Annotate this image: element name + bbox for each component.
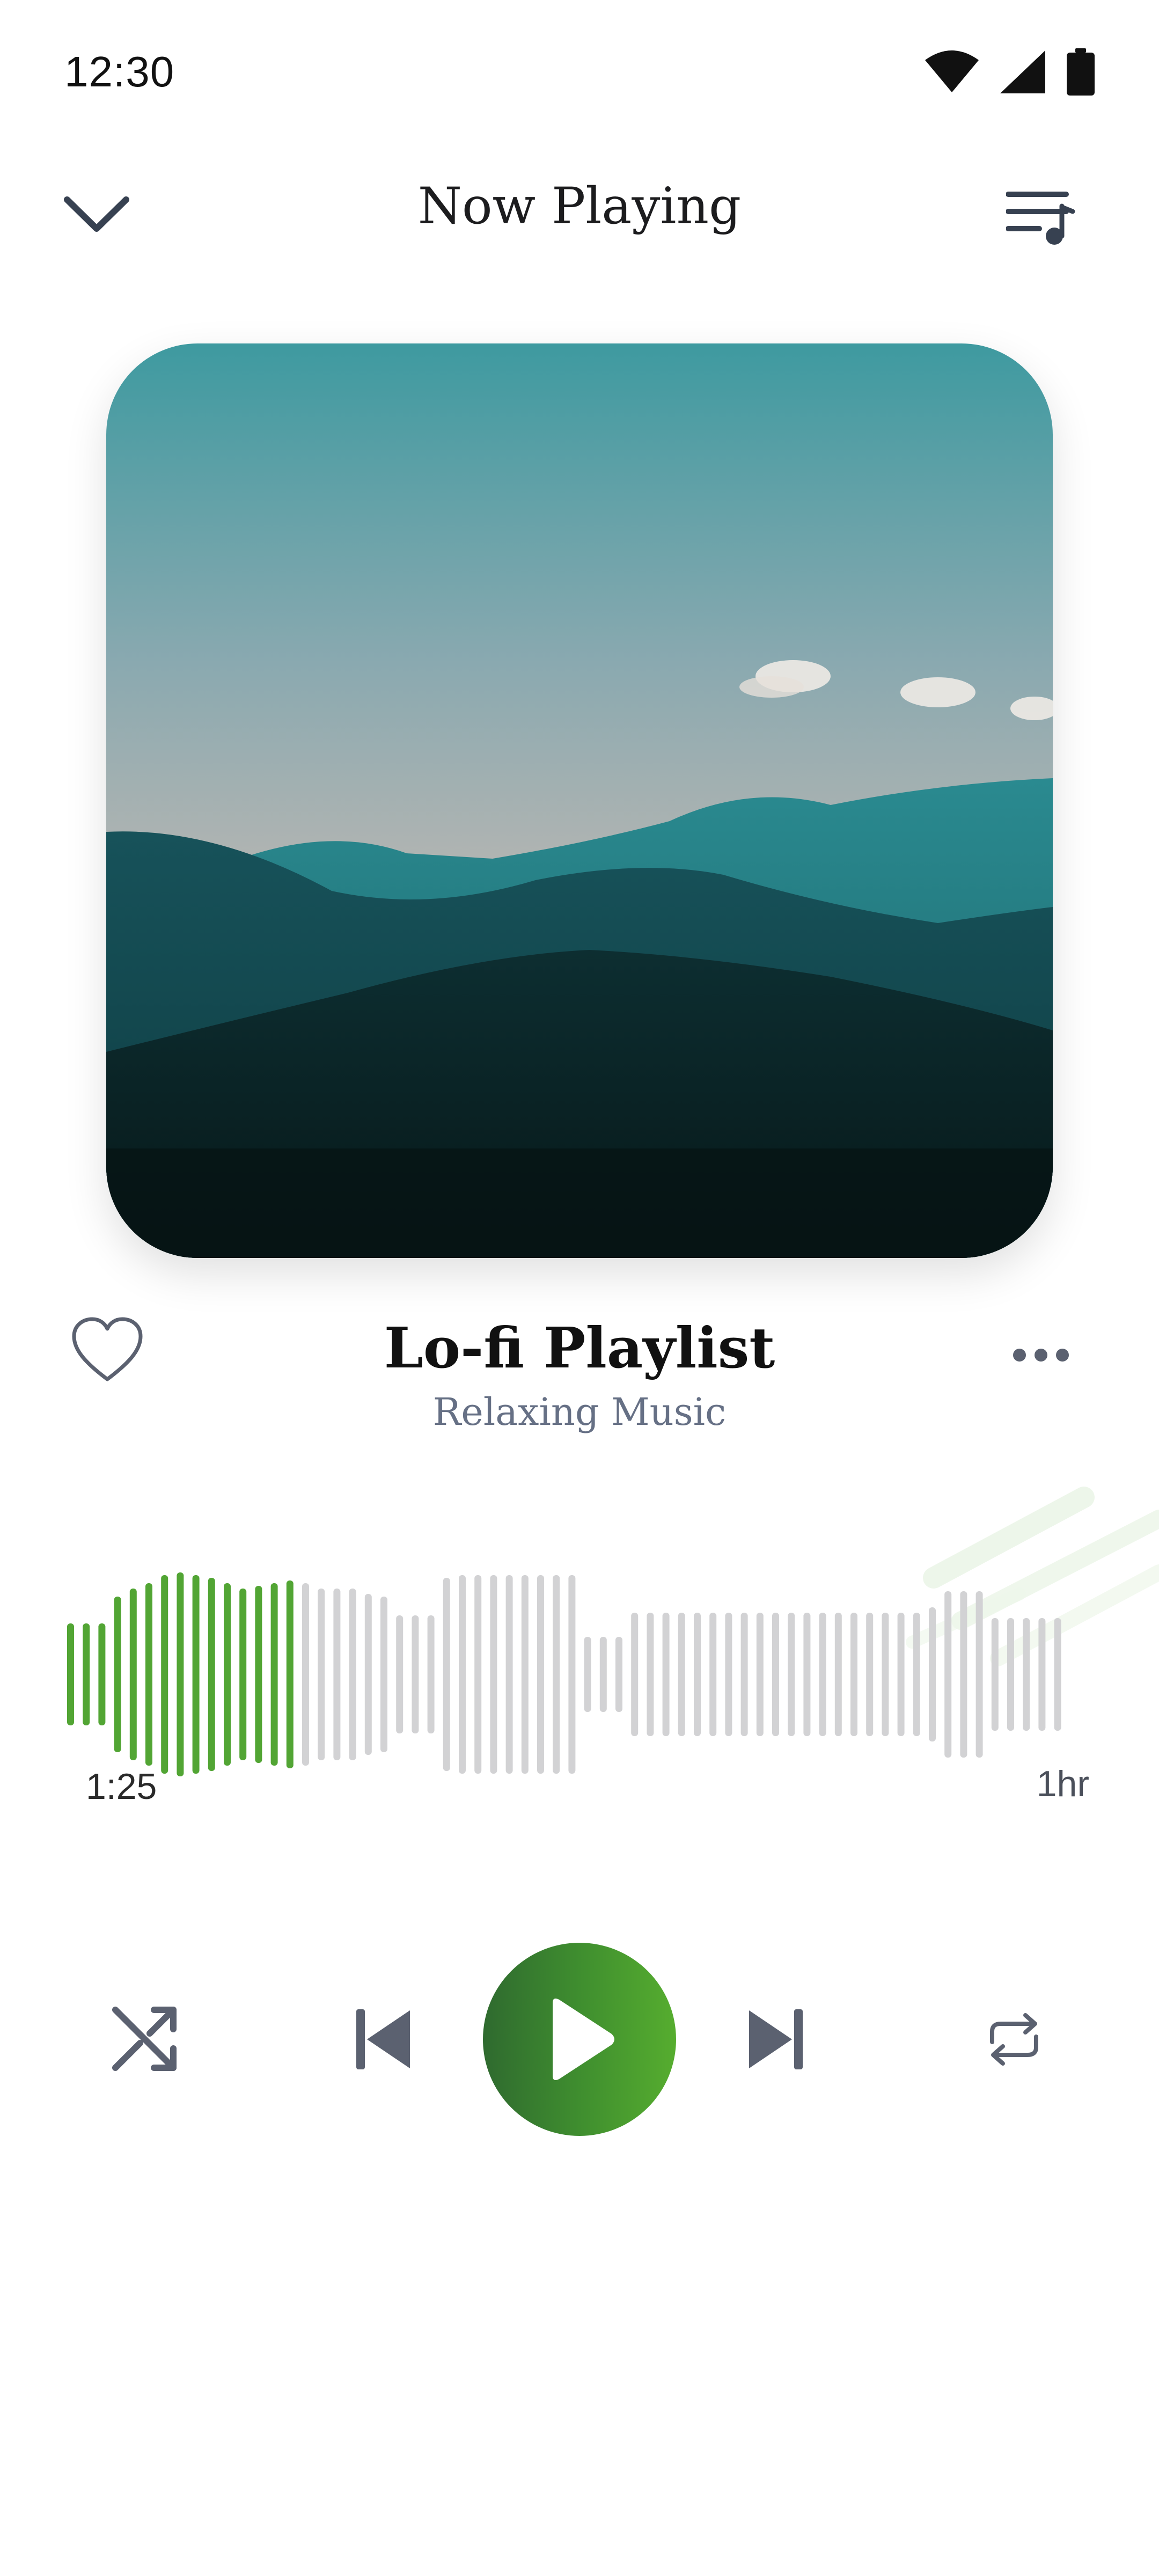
track-title: Lo-fi Playlist bbox=[384, 1315, 775, 1381]
waveform-bar-unplayed bbox=[505, 1575, 513, 1774]
waveform-bar-unplayed bbox=[725, 1613, 732, 1736]
total-time: 1hr bbox=[1036, 1763, 1089, 1804]
waveform-bar-unplayed bbox=[631, 1613, 639, 1736]
waveform-bar-played bbox=[129, 1589, 137, 1760]
waveform-bar-unplayed bbox=[364, 1594, 372, 1755]
waveform-bar-played bbox=[224, 1583, 231, 1766]
queue-button[interactable] bbox=[998, 182, 1084, 252]
mountain-landscape-image bbox=[106, 343, 1053, 1258]
waveform-bar-unplayed bbox=[819, 1613, 826, 1736]
next-button[interactable] bbox=[735, 1996, 816, 2082]
wifi-icon bbox=[925, 50, 979, 92]
waveform-seekbar[interactable] bbox=[0, 1465, 1159, 1798]
waveform-bar-unplayed bbox=[474, 1575, 482, 1774]
waveform-bar-unplayed bbox=[553, 1575, 560, 1774]
waveform-bar-unplayed bbox=[788, 1613, 795, 1736]
waveform-bar-unplayed bbox=[678, 1613, 685, 1736]
more-horizontal-icon bbox=[1013, 1349, 1069, 1362]
waveform-bar-unplayed bbox=[694, 1613, 701, 1736]
waveform-bar-unplayed bbox=[975, 1591, 983, 1758]
waveform-bar-unplayed bbox=[662, 1613, 670, 1736]
skip-previous-icon bbox=[356, 2009, 410, 2069]
page-title: Now Playing bbox=[417, 177, 742, 236]
waveform-bar-unplayed bbox=[490, 1575, 497, 1774]
waveform-bar-unplayed bbox=[913, 1613, 920, 1736]
play-icon bbox=[553, 1999, 614, 2080]
waveform-bar-unplayed bbox=[427, 1615, 435, 1733]
waveform-bar-unplayed bbox=[756, 1613, 764, 1736]
repeat-button[interactable] bbox=[971, 1996, 1057, 2082]
waveform-bar-played bbox=[208, 1578, 215, 1771]
waveform-bar-unplayed bbox=[944, 1591, 952, 1758]
waveform-bar-unplayed bbox=[709, 1613, 717, 1736]
waveform-bar-unplayed bbox=[1054, 1618, 1061, 1731]
waveform-bar-played bbox=[161, 1575, 168, 1774]
waveform-bar-unplayed bbox=[740, 1613, 748, 1736]
shuffle-icon bbox=[112, 2007, 177, 2071]
waveform-bar-played bbox=[145, 1583, 152, 1766]
waveform-bar-played bbox=[83, 1623, 90, 1725]
queue-music-icon bbox=[1006, 192, 1075, 245]
skip-next-icon bbox=[749, 2009, 803, 2069]
waveform-bar-unplayed bbox=[396, 1615, 404, 1733]
waveform-bar-unplayed bbox=[1023, 1618, 1030, 1731]
battery-icon bbox=[1067, 48, 1095, 96]
waveform-bar-unplayed bbox=[991, 1618, 999, 1731]
waveform-bar-unplayed bbox=[772, 1613, 779, 1736]
waveform-bar-unplayed bbox=[333, 1589, 341, 1760]
waveform-bar-unplayed bbox=[568, 1575, 576, 1774]
waveform-bar-unplayed bbox=[459, 1575, 466, 1774]
status-icons bbox=[925, 48, 1095, 96]
waveform-bar-unplayed bbox=[380, 1597, 387, 1752]
waveform-bar-unplayed bbox=[850, 1613, 857, 1736]
waveform-bar-unplayed bbox=[647, 1613, 654, 1736]
waveform-bar-unplayed bbox=[615, 1637, 622, 1712]
waveform-bar-unplayed bbox=[897, 1613, 905, 1736]
waveform-bar-played bbox=[67, 1623, 74, 1725]
waveform-bar-unplayed bbox=[960, 1591, 967, 1758]
waveform-bar-unplayed bbox=[599, 1637, 607, 1712]
waveform-bar-played bbox=[177, 1572, 184, 1776]
repeat-icon bbox=[990, 2013, 1038, 2066]
more-options-button[interactable] bbox=[998, 1326, 1084, 1385]
waveform-bar-unplayed bbox=[1038, 1618, 1046, 1731]
waveform-bar-unplayed bbox=[443, 1578, 450, 1771]
waveform-bar-played bbox=[114, 1597, 121, 1752]
waveform-bar-unplayed bbox=[584, 1637, 591, 1712]
waveform-bar-unplayed bbox=[866, 1613, 874, 1736]
track-artist: Relaxing Music bbox=[432, 1390, 727, 1434]
status-time: 12:30 bbox=[64, 48, 175, 96]
waveform-bar-unplayed bbox=[318, 1589, 325, 1760]
current-time: 1:25 bbox=[86, 1766, 157, 1807]
waveform-bar-unplayed bbox=[349, 1589, 356, 1760]
waveform-bar-unplayed bbox=[803, 1613, 811, 1736]
waveform-bar-unplayed bbox=[537, 1575, 544, 1774]
cellular-signal-icon bbox=[1000, 50, 1045, 93]
waveform-bar-unplayed bbox=[929, 1607, 936, 1741]
waveform-bar-played bbox=[255, 1586, 262, 1763]
waveform-bar-played bbox=[239, 1589, 247, 1760]
waveform-bar-unplayed bbox=[521, 1575, 529, 1774]
album-art bbox=[106, 343, 1053, 1258]
waveform-bar-unplayed bbox=[882, 1613, 889, 1736]
waveform-bar-played bbox=[98, 1623, 106, 1725]
waveform-bar-unplayed bbox=[834, 1613, 842, 1736]
waveform-bar-unplayed bbox=[1007, 1618, 1014, 1731]
waveform-bar-played bbox=[270, 1583, 278, 1766]
waveform-bar-played bbox=[286, 1580, 294, 1768]
waveform-bar-played bbox=[192, 1575, 200, 1774]
waveform-bar-unplayed bbox=[412, 1615, 419, 1733]
previous-button[interactable] bbox=[343, 1996, 424, 2082]
shuffle-button[interactable] bbox=[102, 1996, 188, 2082]
waveform-bar-unplayed bbox=[302, 1583, 309, 1766]
play-button[interactable] bbox=[483, 1943, 676, 2136]
